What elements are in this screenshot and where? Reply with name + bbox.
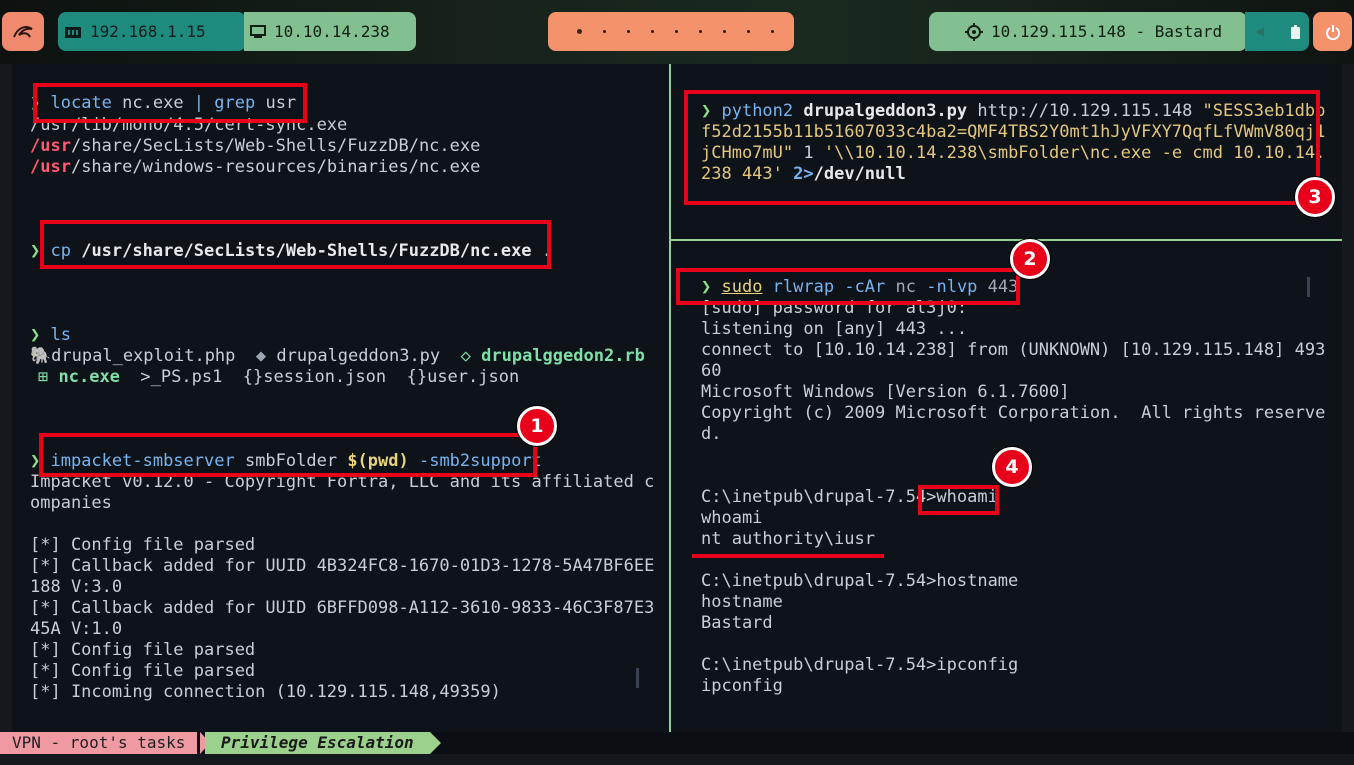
- workspace-dot[interactable]: [674, 30, 678, 33]
- ruby-icon: ◇: [460, 346, 471, 366]
- highlight-box-whoami: [918, 485, 999, 515]
- menu-button[interactable]: [2, 12, 44, 51]
- terminal-line-ls: ❯ ls: [30, 325, 71, 345]
- status-right-segment: Privilege Escalation: [205, 732, 430, 754]
- highlight-box-smbserver: [39, 433, 537, 477]
- terminal-line: d.: [701, 424, 722, 444]
- workspace-dot-active[interactable]: [576, 29, 582, 34]
- target-icon: [965, 22, 983, 41]
- json-icon: {}: [406, 367, 428, 387]
- local-ip-widget[interactable]: 192.168.1.15: [58, 12, 246, 51]
- terminal-line: 45A V:1.0: [30, 619, 123, 639]
- status-left-segment: VPN - root's tasks: [0, 732, 198, 754]
- status-separator: [430, 732, 441, 754]
- workspace-dot[interactable]: [746, 30, 750, 33]
- target-text: 10.129.115.148 - Bastard: [991, 22, 1223, 41]
- battery-widget[interactable]: [1281, 12, 1309, 51]
- power-button[interactable]: [1313, 12, 1352, 51]
- php-icon: 🐘: [30, 346, 52, 366]
- monitor-icon: [250, 24, 266, 39]
- terminal-line: Microsoft Windows [Version 6.1.7600]: [701, 382, 1070, 402]
- network-icon: [64, 24, 82, 40]
- terminal-line: listening on [any] 443 ...: [701, 319, 968, 339]
- step-badge-1: 1: [517, 406, 557, 446]
- highlight-box-locate: [33, 83, 307, 123]
- terminal-line: 60: [701, 361, 722, 381]
- step-badge-2: 2: [1010, 239, 1050, 279]
- highlight-box-python: [684, 90, 1320, 205]
- target-widget[interactable]: 10.129.115.148 - Bastard: [929, 12, 1247, 51]
- workspace-dot[interactable]: [698, 30, 702, 33]
- step-badge-3: 3: [1295, 177, 1335, 217]
- terminal-line: [*] Callback added for UUID 4B324FC8-167…: [30, 556, 655, 576]
- menu-logo-icon: [12, 23, 34, 41]
- windows-icon: ⊞: [38, 367, 49, 387]
- terminal-line: connect to [10.10.14.238] from (UNKNOWN)…: [701, 340, 1326, 360]
- terminal-line: whoami: [701, 508, 763, 528]
- ls-output-row: ⊞ nc.exe >_PS.ps1 {}session.json {}user.…: [38, 367, 520, 387]
- terminal-line: 188 V:3.0: [30, 577, 123, 597]
- step-badge-4: 4: [992, 447, 1032, 487]
- terminal-line: [*] Config file parsed: [30, 535, 256, 555]
- workspace-dot[interactable]: [722, 30, 726, 33]
- underline-iusr: [692, 554, 884, 558]
- workspaces[interactable]: [548, 12, 794, 51]
- terminal-line: nt authority\iusr: [701, 529, 875, 549]
- right-scrollbar[interactable]: [1307, 277, 1310, 297]
- terminal-line: ompanies: [30, 493, 112, 513]
- workspace-dot[interactable]: [626, 30, 630, 33]
- terminal-line: hostname: [701, 592, 783, 612]
- vpn-ip-widget[interactable]: 10.10.14.238: [244, 12, 416, 51]
- left-scrollbar[interactable]: [636, 668, 639, 688]
- python-icon: ◆: [255, 346, 267, 366]
- terminal-line: [*] Callback added for UUID 6BFFD098-A11…: [30, 598, 655, 618]
- vpn-ip-text: 10.10.14.238: [274, 22, 390, 41]
- terminal-line: Bastard: [701, 613, 773, 633]
- highlight-box-netcat: [676, 268, 1020, 305]
- terminal-line: Copyright (c) 2009 Microsoft Corporation…: [701, 403, 1326, 423]
- json-icon: {}: [242, 367, 264, 387]
- power-icon: [1325, 24, 1341, 40]
- top-bar: 192.168.1.15 10.10.14.238 10.129.115.148…: [0, 0, 1354, 64]
- workspace-dot[interactable]: [770, 30, 774, 33]
- terminal-line: [*] Incoming connection (10.129.115.148,…: [30, 682, 501, 702]
- terminal-line: [*] Config file parsed: [30, 640, 256, 660]
- workspace-dot[interactable]: [602, 30, 606, 33]
- terminal-line: C:\inetpub\drupal-7.54>ipconfig: [701, 655, 1019, 675]
- volume-widget[interactable]: [1245, 12, 1281, 51]
- terminal-line: /usr/share/windows-resources/binaries/nc…: [30, 157, 481, 177]
- terminal-line: /usr/share/SecLists/Web-Shells/FuzzDB/nc…: [30, 136, 481, 156]
- terminal-line: C:\inetpub\drupal-7.54>hostname: [701, 571, 1019, 591]
- volume-icon: [1256, 26, 1270, 38]
- battery-icon: [1290, 24, 1300, 39]
- local-ip-text: 192.168.1.15: [90, 22, 206, 41]
- workspace-dot[interactable]: [650, 30, 654, 33]
- ls-output-row: 🐘drupal_exploit.php ◆ drupalgeddon3.py ◇…: [30, 346, 645, 366]
- highlight-box-cp: [40, 220, 551, 269]
- terminal-icon: >_: [140, 367, 161, 387]
- terminal-line: [*] Config file parsed: [30, 661, 256, 681]
- terminal-line: ipconfig: [701, 676, 783, 696]
